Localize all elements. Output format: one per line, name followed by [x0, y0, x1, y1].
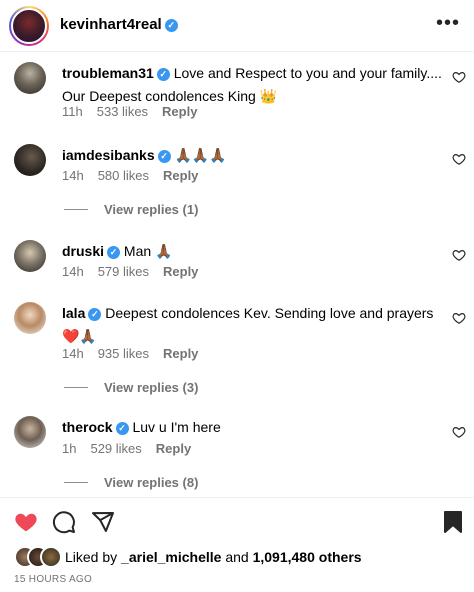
comment-icon[interactable]	[52, 510, 76, 534]
comment-likes[interactable]: 580 likes	[98, 168, 149, 183]
liker-username[interactable]: _ariel_michelle	[121, 549, 221, 565]
comment-time: 14h	[62, 264, 84, 279]
comment-text: therock ✓ Luv u I'm here	[62, 419, 221, 435]
heart-icon[interactable]	[452, 425, 466, 439]
reply-button[interactable]: Reply	[163, 168, 198, 183]
action-bar	[0, 497, 474, 543]
liked-by-text: Liked by _ariel_michelle and 1,091,480 o…	[65, 549, 362, 565]
view-replies-button[interactable]: View replies (3)	[64, 380, 198, 395]
comment-text: troubleman31 ✓ Love and Respect to you an…	[62, 65, 442, 104]
comment-username[interactable]: iamdesibanks	[62, 147, 155, 163]
heart-icon[interactable]	[452, 311, 466, 325]
share-icon[interactable]	[91, 510, 115, 534]
comment-time: 14h	[62, 346, 84, 361]
comment-likes[interactable]: 935 likes	[98, 346, 149, 361]
comment-time: 11h	[62, 104, 83, 119]
avatar[interactable]	[14, 416, 46, 448]
comment-meta: 11h 533 likes Reply	[62, 104, 211, 119]
verified-badge-icon: ✓	[156, 68, 170, 81]
avatar[interactable]	[14, 144, 46, 176]
reply-button[interactable]: Reply	[156, 441, 191, 456]
view-replies-button[interactable]: View replies (1)	[64, 202, 198, 217]
liker-avatars[interactable]	[14, 546, 64, 568]
verified-badge-icon: ✓	[107, 246, 121, 259]
avatar[interactable]	[14, 240, 46, 272]
profile-avatar[interactable]	[9, 6, 49, 46]
comment-meta: 14h 935 likes Reply	[62, 346, 212, 361]
comment-text: druski ✓ Man 🙏🏾	[62, 243, 173, 259]
comment-meta: 14h 580 likes Reply	[62, 168, 212, 183]
divider	[64, 482, 88, 483]
verified-badge-icon: ✓	[157, 150, 171, 163]
more-options-icon[interactable]: •••	[436, 12, 460, 35]
view-replies-button[interactable]: View replies (8)	[64, 475, 198, 490]
comment-username[interactable]: lala	[62, 305, 85, 321]
likes-count[interactable]: 1,091,480 others	[253, 549, 362, 565]
comment-text: lala ✓ Deepest condolences Kev. Sending l…	[62, 305, 434, 344]
divider	[64, 209, 88, 210]
verified-badge-icon: ✓	[115, 422, 129, 435]
comment-username[interactable]: druski	[62, 243, 104, 259]
comment-likes[interactable]: 529 likes	[90, 441, 141, 456]
divider	[64, 387, 88, 388]
comment-text: iamdesibanks ✓ 🙏🏾🙏🏾🙏🏾	[62, 147, 227, 163]
avatar[interactable]	[14, 302, 46, 334]
comment-meta: 14h 579 likes Reply	[62, 264, 212, 279]
comment-likes[interactable]: 533 likes	[97, 104, 148, 119]
post-header: kevinhart4real ✓ •••	[0, 0, 474, 52]
post-timestamp: 15 HOURS AGO	[14, 574, 93, 585]
comment-likes[interactable]: 579 likes	[98, 264, 149, 279]
heart-icon[interactable]	[452, 70, 466, 84]
reply-button[interactable]: Reply	[163, 346, 198, 361]
heart-icon[interactable]	[452, 248, 466, 262]
reply-button[interactable]: Reply	[162, 104, 197, 119]
post-username[interactable]: kevinhart4real ✓	[60, 16, 178, 33]
reply-button[interactable]: Reply	[163, 264, 198, 279]
comment-username[interactable]: troubleman31	[62, 65, 154, 81]
comment-time: 14h	[62, 168, 84, 183]
comment-time: 1h	[62, 441, 77, 456]
avatar	[40, 546, 62, 568]
heart-icon[interactable]	[452, 152, 466, 166]
comment-meta: 1h 529 likes Reply	[62, 441, 205, 456]
comment-username[interactable]: therock	[62, 419, 113, 435]
verified-badge-icon: ✓	[164, 19, 178, 32]
verified-badge-icon: ✓	[88, 308, 102, 321]
bookmark-filled-icon[interactable]	[442, 510, 464, 534]
heart-filled-icon[interactable]	[13, 510, 39, 534]
avatar[interactable]	[14, 62, 46, 94]
